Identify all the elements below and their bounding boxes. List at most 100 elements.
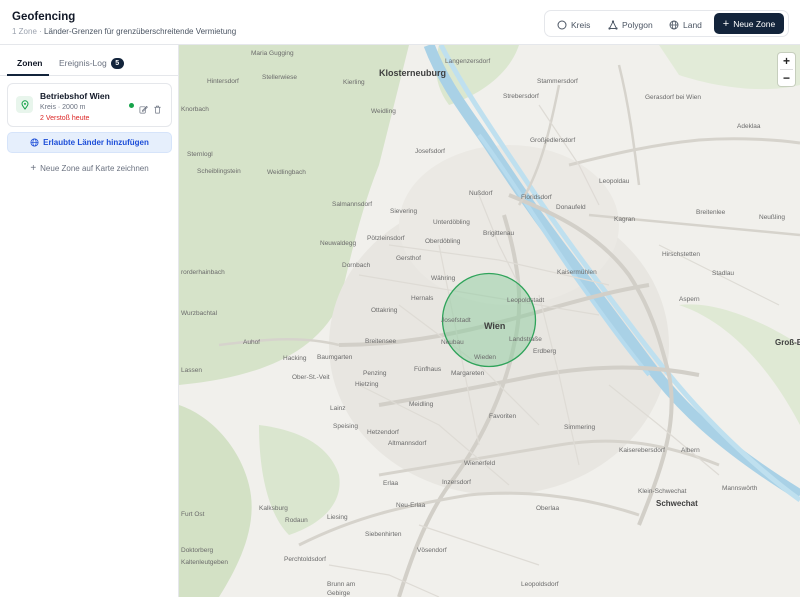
map-label: Schwechat bbox=[656, 499, 698, 508]
map-label: Gerasdorf bei Wien bbox=[645, 94, 701, 101]
map-label: Kaiserebersdorf bbox=[619, 447, 665, 454]
map-label: Gersthof bbox=[396, 255, 421, 262]
map-label: Klosterneuburg bbox=[379, 68, 447, 78]
map-label: Breitensee bbox=[365, 338, 397, 345]
map-label: Siebenhirten bbox=[365, 531, 402, 538]
zoom-control: + − bbox=[778, 53, 795, 86]
map-label: Hernals bbox=[411, 295, 434, 302]
map-label: Brigittenau bbox=[483, 230, 515, 237]
map-label: Sievering bbox=[390, 208, 418, 215]
active-tab-indicator bbox=[7, 74, 49, 76]
map-label: Neubau bbox=[441, 339, 464, 346]
add-allowed-countries-button[interactable]: Erlaubte Länder hinzufügen bbox=[7, 132, 172, 153]
map-label: Hintersdorf bbox=[207, 78, 239, 85]
map-label: Oberlaa bbox=[536, 505, 560, 512]
header: Geofencing 1 Zone · Länder-Grenzen für g… bbox=[0, 0, 800, 45]
polygon-tool-button[interactable]: Polygon bbox=[608, 17, 653, 32]
map-label: Ober-St.-Veit bbox=[292, 374, 330, 381]
map-label: Stadlau bbox=[712, 270, 735, 277]
map-label: Weidlingbach bbox=[267, 169, 306, 176]
circle-tool-label: Kreis bbox=[571, 19, 591, 30]
globe-icon bbox=[30, 138, 39, 147]
map[interactable]: Klosterneuburg Wien Schwechat Groß-E Mar… bbox=[179, 45, 800, 597]
map-label: Altmannsdorf bbox=[388, 440, 427, 447]
map-label: Leopoldau bbox=[599, 178, 630, 185]
map-label: Oberdöbling bbox=[425, 238, 461, 245]
map-label: Penzing bbox=[363, 370, 387, 377]
map-label: Mannswörth bbox=[722, 485, 758, 492]
page-subtitle: 1 Zone · Länder-Grenzen für grenzübersch… bbox=[12, 27, 236, 36]
country-tool-button[interactable]: Land bbox=[669, 17, 702, 32]
map-label: Vösendorf bbox=[417, 547, 447, 554]
map-label: Dornbach bbox=[342, 262, 371, 269]
map-label: Langenzersdorf bbox=[445, 58, 491, 65]
polygon-icon bbox=[608, 19, 618, 30]
delete-zone-button[interactable] bbox=[153, 101, 162, 114]
zoom-out-button[interactable]: − bbox=[778, 70, 795, 86]
map-label: Neußling bbox=[759, 214, 786, 221]
zone-card[interactable]: Betriebshof Wien Kreis · 2000 m 2 Versto… bbox=[7, 83, 172, 127]
globe-icon bbox=[669, 20, 679, 29]
map-label: Wien bbox=[484, 321, 506, 331]
map-label: Donaufeld bbox=[556, 204, 586, 211]
map-label: Kierling bbox=[343, 79, 365, 86]
map-label: Erdberg bbox=[533, 348, 557, 355]
circle-icon bbox=[557, 20, 567, 29]
map-label: Wieden bbox=[474, 354, 497, 361]
tab-ereignis-log-label: Ereignis-Log bbox=[59, 58, 107, 68]
map-label: Albern bbox=[681, 447, 700, 454]
status-dot bbox=[129, 103, 134, 108]
map-label: Josefstadt bbox=[441, 317, 471, 324]
map-label: Ottakring bbox=[371, 307, 398, 314]
map-label: Margareten bbox=[451, 370, 485, 377]
map-label: Maria Gugging bbox=[251, 50, 294, 57]
map-label: Pötzleinsdorf bbox=[367, 235, 405, 242]
circle-tool-button[interactable]: Kreis bbox=[557, 17, 590, 32]
map-label: Kaltenleutgeben bbox=[181, 559, 228, 566]
map-label: Leopoldsdorf bbox=[521, 581, 559, 588]
app: Geofencing 1 Zone · Länder-Grenzen für g… bbox=[0, 0, 800, 597]
map-label: Fünfhaus bbox=[414, 366, 442, 373]
add-allowed-countries-label: Erlaubte Länder hinzufügen bbox=[43, 138, 149, 147]
plus-icon: + bbox=[30, 162, 37, 174]
plus-icon: + bbox=[722, 17, 730, 30]
tab-ereignis-log[interactable]: Ereignis-Log 5 bbox=[59, 58, 124, 69]
map-label: Doktorberg bbox=[181, 547, 214, 554]
sidebar: Zonen Ereignis-Log 5 Betriebshof Wien Kre… bbox=[0, 45, 179, 597]
edit-zone-button[interactable] bbox=[139, 101, 148, 114]
country-tool-label: Land bbox=[683, 19, 702, 30]
map-label: Floridsdorf bbox=[521, 194, 552, 201]
zone-violation-alert: 2 Verstoß heute bbox=[40, 115, 90, 122]
map-label: Leopoldstadt bbox=[507, 297, 545, 304]
map-label: Wurzbachtal bbox=[181, 310, 218, 317]
page-title: Geofencing bbox=[12, 11, 76, 23]
map-label: rorderhainbach bbox=[181, 269, 225, 276]
map-label: Nußdorf bbox=[469, 190, 493, 197]
zone-count: 1 Zone bbox=[12, 27, 37, 36]
tab-zonen[interactable]: Zonen bbox=[17, 58, 43, 68]
map-label: Landstraße bbox=[509, 336, 542, 343]
zoom-in-button[interactable]: + bbox=[778, 53, 795, 69]
map-label: Hirschstetten bbox=[662, 251, 700, 258]
map-label: Lainz bbox=[330, 405, 346, 412]
event-count-badge: 5 bbox=[110, 58, 124, 69]
new-zone-button[interactable]: + Neue Zone bbox=[714, 13, 784, 34]
map-label: Josefsdorf bbox=[415, 148, 445, 155]
map-label: Liesing bbox=[327, 514, 348, 521]
tab-zonen-label: Zonen bbox=[17, 58, 43, 68]
map-label: Baumgarten bbox=[317, 354, 353, 361]
map-label: Auhof bbox=[243, 339, 260, 346]
map-label: Groß-E bbox=[775, 338, 800, 347]
map-label: Kalksburg bbox=[259, 505, 288, 512]
trash-icon bbox=[154, 105, 161, 114]
map-label: Aspern bbox=[679, 296, 700, 303]
map-label: Großjedlersdorf bbox=[530, 137, 576, 144]
map-label: Strebersdorf bbox=[503, 93, 539, 100]
map-label: Rodaun bbox=[285, 517, 308, 524]
map-label: Hacking bbox=[283, 355, 307, 362]
map-label: Neuwaldegg bbox=[320, 240, 357, 247]
map-label: Gebirge bbox=[327, 590, 351, 597]
map-label: Scheiblingstein bbox=[197, 168, 241, 175]
draw-new-zone-link[interactable]: + Neue Zone auf Karte zeichnen bbox=[7, 161, 172, 175]
zone-meta: Kreis · 2000 m bbox=[40, 104, 86, 111]
